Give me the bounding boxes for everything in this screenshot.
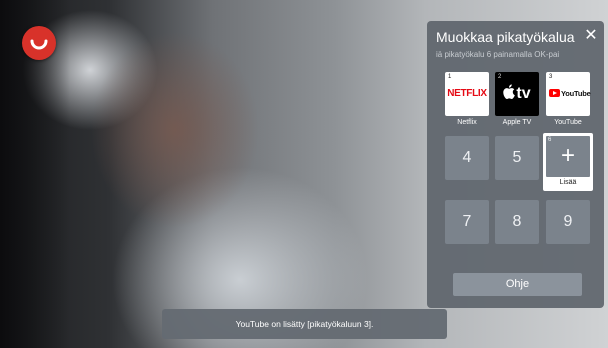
slot-number: 8 xyxy=(512,213,522,230)
shortcut-slot-8[interactable]: 8 xyxy=(495,200,539,244)
shortcut-slot-6-add[interactable]: 6 + Lisää xyxy=(543,133,593,191)
shortcut-label: Netflix xyxy=(457,119,477,126)
add-slot-tile: 6 + xyxy=(546,136,590,177)
youtube-play-icon xyxy=(549,89,560,97)
shortcut-label: Apple TV xyxy=(502,119,532,126)
shortcut-slot-7[interactable]: 7 xyxy=(445,200,489,244)
slot-number: 5 xyxy=(512,149,522,166)
shortcut-slot-4[interactable]: 4 xyxy=(445,136,489,180)
shortcut-youtube[interactable]: 3 YouTube xyxy=(546,72,591,116)
apple-tv-logo-icon: tv xyxy=(495,84,539,103)
netflix-logo-icon: NETFLIX xyxy=(447,88,487,99)
shortcut-index: 3 xyxy=(549,74,553,80)
shortcut-slot-9[interactable]: 9 xyxy=(546,200,590,244)
slot-number: 4 xyxy=(462,149,472,166)
shortcut-netflix[interactable]: 1 NETFLIX xyxy=(445,72,489,116)
close-icon[interactable]: ✕ xyxy=(582,27,600,45)
plus-icon: + xyxy=(560,142,575,169)
shortcut-slot-5[interactable]: 5 xyxy=(495,136,539,180)
help-button[interactable]: Ohje xyxy=(453,273,582,296)
app-logo-icon xyxy=(22,26,56,60)
shortcut-index: 2 xyxy=(498,74,502,80)
panel-instructions: iä pikatyökalu 6 painamalla OK-pai xyxy=(436,50,560,59)
shortcut-apple-tv[interactable]: 2 tv xyxy=(495,72,539,116)
apple-tv-logo-text: tv xyxy=(516,85,531,102)
toast-notification: YouTube on lisätty [pikatyökaluun 3]. xyxy=(162,309,447,339)
shortcut-index: 1 xyxy=(448,74,452,80)
slot-number: 9 xyxy=(563,213,573,230)
shortcut-label: YouTube xyxy=(554,119,582,126)
add-slot-label: Lisää xyxy=(559,179,577,186)
slot-number: 7 xyxy=(462,213,472,230)
youtube-logo-text: YouTube xyxy=(561,89,591,98)
panel-title: Muokkaa pikatyökalua xyxy=(436,29,575,45)
